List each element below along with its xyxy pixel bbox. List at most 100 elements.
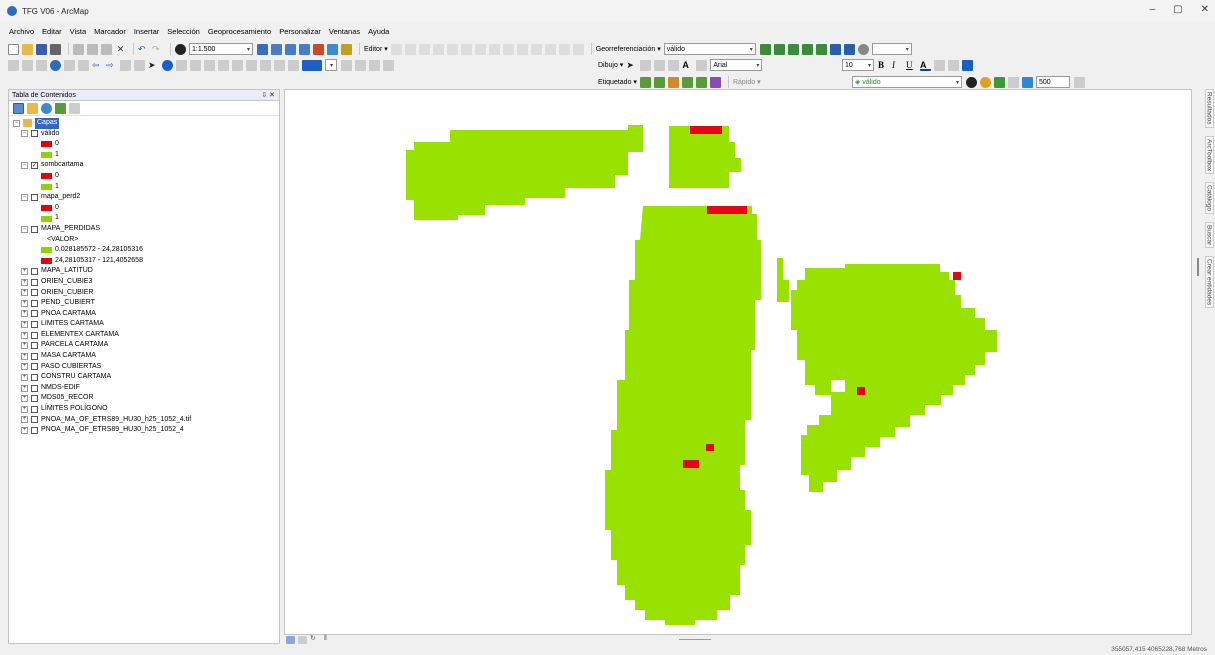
- split-tool-icon[interactable]: [516, 43, 528, 55]
- fill-color-icon[interactable]: [934, 59, 945, 71]
- reshape-feature-icon[interactable]: [488, 43, 500, 55]
- layer-visibility-checkbox[interactable]: [31, 416, 38, 424]
- close-button[interactable]: ✕: [1201, 4, 1209, 15]
- view-link-table-icon[interactable]: [829, 43, 841, 55]
- layer-visibility-checkbox[interactable]: [31, 427, 38, 435]
- layer-row[interactable]: + MASA CARTAMA: [13, 351, 279, 362]
- legend-swatch[interactable]: [41, 258, 52, 265]
- layer-row[interactable]: + MDS05_RECOR: [13, 393, 279, 404]
- create-viewer-icon[interactable]: [246, 59, 257, 71]
- layers-root-label[interactable]: Capas: [35, 118, 60, 129]
- menu-ayuda[interactable]: Ayuda: [367, 27, 390, 36]
- layer-visibility-checkbox[interactable]: ✓: [31, 162, 38, 170]
- raster-icon[interactable]: [288, 59, 299, 71]
- zoom-in-icon[interactable]: [8, 59, 19, 71]
- results-tab[interactable]: Resultados: [1204, 89, 1214, 128]
- trace-icon[interactable]: [446, 43, 458, 55]
- layer-visibility-checkbox[interactable]: [31, 405, 38, 413]
- label-priority-icon[interactable]: [709, 76, 721, 88]
- label-weight-ranking-icon[interactable]: [695, 76, 707, 88]
- refresh-icon[interactable]: ↻: [310, 635, 321, 646]
- pan-icon[interactable]: [36, 59, 47, 71]
- layer-name[interactable]: PEND_CUBIERT: [41, 298, 95, 309]
- layer-row[interactable]: + PARCELA CARTAMA: [13, 340, 279, 351]
- rotate-transform-icon[interactable]: [857, 43, 869, 55]
- collapse-icon[interactable]: −: [13, 119, 20, 127]
- attributes-icon[interactable]: [544, 43, 556, 55]
- layer-name[interactable]: MASA CARTAMA: [41, 351, 96, 362]
- legend-swatch[interactable]: [41, 173, 52, 180]
- catalog-window-icon[interactable]: [285, 43, 296, 55]
- layer-name[interactable]: válido: [41, 129, 59, 140]
- layer-name[interactable]: sombcartama: [41, 160, 83, 171]
- add-control-points-icon[interactable]: [801, 43, 813, 55]
- change-layout-icon[interactable]: [383, 59, 394, 71]
- map-scale-combo[interactable]: 1:1.500 ▾: [189, 43, 253, 55]
- time-slider-icon[interactable]: [232, 59, 243, 71]
- expand-icon[interactable]: +: [21, 363, 28, 371]
- edit-vertices-icon[interactable]: [474, 43, 486, 55]
- map-canvas[interactable]: [285, 90, 1191, 634]
- go-to-xy-icon[interactable]: [218, 59, 229, 71]
- layer-row[interactable]: + PEND_CUBIERT: [13, 298, 279, 309]
- collapse-icon[interactable]: −: [21, 225, 28, 233]
- new-document-icon[interactable]: [8, 43, 19, 55]
- straight-segment-icon[interactable]: [418, 43, 430, 55]
- fixed-zoom-out-icon[interactable]: [78, 59, 89, 71]
- italic-icon[interactable]: I: [892, 60, 903, 71]
- layer-row[interactable]: + PNOA_MA_OF_ETRS89_HU30_h25_1052_4.tif: [13, 415, 279, 426]
- back-extent-icon[interactable]: ⇦: [92, 60, 103, 71]
- legend-swatch[interactable]: [41, 215, 52, 222]
- arctoolbox-tab[interactable]: ArcToolbox: [1204, 135, 1214, 174]
- layer-name[interactable]: LIMITES CARTAMA: [41, 319, 104, 330]
- legend-class-row[interactable]: 0: [13, 203, 279, 214]
- layer-visibility-checkbox[interactable]: [31, 278, 38, 286]
- lock-labels-icon[interactable]: [653, 76, 665, 88]
- catalog-tab[interactable]: Catálogo: [1204, 181, 1214, 214]
- open-folder-icon[interactable]: [22, 43, 33, 55]
- layer-name[interactable]: PNOA CARTAMA: [41, 309, 96, 320]
- menu-marcador[interactable]: Marcador: [93, 27, 127, 36]
- horizontal-scroll-indicator[interactable]: [679, 639, 711, 640]
- expand-icon[interactable]: +: [21, 299, 28, 307]
- marker-color-icon[interactable]: [962, 59, 973, 71]
- rectangle-icon[interactable]: [668, 59, 680, 71]
- layout-icon[interactable]: [260, 59, 271, 71]
- layer-row[interactable]: + ELEMENTEX CARTAMA: [13, 330, 279, 341]
- expand-icon[interactable]: +: [21, 416, 28, 424]
- menu-ventanas[interactable]: Ventanas: [328, 27, 361, 36]
- layers-root[interactable]: − Capas: [13, 118, 279, 129]
- flicker-rate-combo[interactable]: 500: [1036, 76, 1070, 88]
- edit-vertices-draw-icon[interactable]: [696, 59, 708, 71]
- font-color-icon[interactable]: A: [920, 60, 931, 71]
- expand-icon[interactable]: +: [21, 321, 28, 329]
- options-icon[interactable]: [69, 102, 80, 114]
- layer-visibility-checkbox[interactable]: [31, 299, 38, 307]
- layer-name[interactable]: MAPA_LATITUD: [41, 266, 93, 277]
- layer-row[interactable]: + LÍMITES POLÍGONO: [13, 404, 279, 415]
- layer-name[interactable]: PARCELA CARTAMA: [41, 340, 108, 351]
- expand-icon[interactable]: +: [21, 342, 28, 350]
- georeferencing-menu[interactable]: Georreferenciación ▾: [596, 45, 661, 54]
- menu-geoprocesamiento[interactable]: Geoprocesamiento: [207, 27, 272, 36]
- expand-icon[interactable]: +: [21, 278, 28, 286]
- color-dropdown[interactable]: ▾: [325, 59, 337, 71]
- legend-class-row[interactable]: 0: [13, 139, 279, 150]
- menu-editar[interactable]: Editar: [41, 27, 63, 36]
- create-features-tab[interactable]: Crear entidades: [1204, 255, 1214, 309]
- labeling-menu[interactable]: Etiquetado ▾: [598, 78, 637, 87]
- rotate-draw-icon[interactable]: [640, 59, 652, 71]
- layer-row[interactable]: + ORIEN_CUBIER: [13, 288, 279, 299]
- label-manager-icon[interactable]: [639, 76, 651, 88]
- list-by-selection-icon[interactable]: [55, 102, 66, 114]
- legend-swatch[interactable]: [41, 183, 52, 190]
- transparency-combo[interactable]: ▾: [871, 43, 912, 55]
- zoom-whole-page-icon[interactable]: [341, 59, 352, 71]
- cut-icon[interactable]: [73, 43, 84, 55]
- legend-class-row[interactable]: 0,028185572 - 24,28105316: [13, 245, 279, 256]
- list-by-visibility-icon[interactable]: [41, 102, 52, 114]
- layer-name[interactable]: ORIEN_CUBIER: [41, 288, 94, 299]
- layer-visibility-checkbox[interactable]: [31, 363, 38, 371]
- clear-selection-icon[interactable]: [134, 59, 145, 71]
- layer-visibility-checkbox[interactable]: [31, 352, 38, 360]
